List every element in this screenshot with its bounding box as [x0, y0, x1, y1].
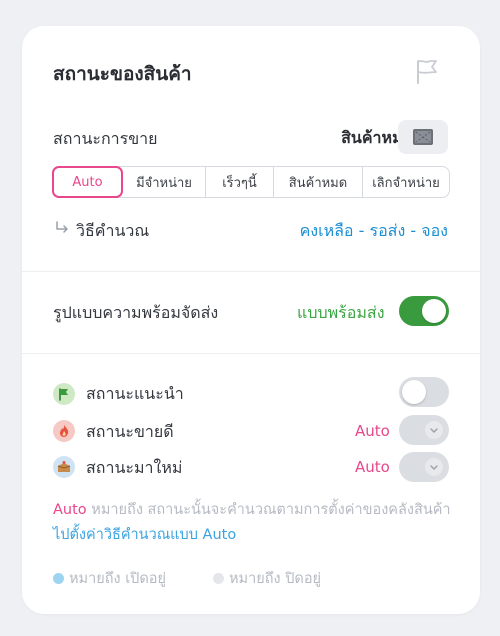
chevron-down-icon — [425, 458, 443, 476]
card-title: สถานะของสินค้า — [53, 63, 192, 85]
status-bestseller-label: สถานะขายดี — [86, 422, 174, 441]
segment-out-of-stock[interactable]: สินค้าหมด — [274, 167, 363, 197]
divider — [22, 353, 480, 354]
chevron-down-icon — [425, 421, 443, 439]
legend-off: หมายถึง ปิดอยู่ — [213, 567, 321, 590]
divider — [22, 271, 480, 272]
segment-auto[interactable]: Auto — [52, 166, 123, 198]
status-recommend-label: สถานะแนะนำ — [86, 384, 184, 403]
product-status-card: สถานะของสินค้า สถานะการขาย สินค้าหมด Aut… — [22, 26, 480, 614]
segment-available[interactable]: มีจำหน่าย — [123, 167, 206, 197]
ready-to-ship-toggle[interactable] — [399, 296, 449, 326]
legend-off-dot — [213, 573, 224, 584]
calc-method-label: วิธีคำนวณ — [76, 221, 150, 240]
status-new-dropdown[interactable] — [399, 452, 449, 482]
status-new-label: สถานะมาใหม่ — [86, 458, 183, 477]
legend-off-text: หมายถึง ปิดอยู่ — [229, 571, 322, 587]
fire-icon — [53, 420, 75, 442]
note-auto-keyword: Auto — [53, 502, 87, 518]
new-box-icon — [53, 456, 75, 478]
legend-on: หมายถึง เปิดอยู่ — [53, 567, 166, 590]
note-text: หมายถึง สถานะนั้นจะคำนวณตามการตั้งค่าของ… — [86, 502, 451, 518]
flag-icon[interactable] — [412, 56, 442, 86]
sale-status-segmented-control: Auto มีจำหน่าย เร็วๆนี้ สินค้าหมด เลิกจำ… — [52, 166, 450, 198]
segment-coming-soon[interactable]: เร็วๆนี้ — [206, 167, 274, 197]
auto-explanation-note: Auto หมายถึง สถานะนั้นจะคำนวณตามการตั้งค… — [53, 498, 453, 548]
sale-status-label: สถานะการขาย — [53, 129, 158, 148]
return-arrow-icon — [56, 221, 68, 233]
segment-discontinued[interactable]: เลิกจำหน่าย — [363, 167, 449, 197]
status-recommend-toggle[interactable] — [399, 377, 449, 407]
ready-to-ship-value: แบบพร้อมส่ง — [297, 303, 385, 322]
out-of-stock-box-button[interactable] — [398, 120, 448, 154]
legend-on-text: หมายถึง เปิดอยู่ — [69, 571, 167, 587]
box-icon — [413, 129, 433, 145]
status-bestseller-value: Auto — [355, 422, 390, 440]
ready-to-ship-label: รูปแบบความพร้อมจัดส่ง — [53, 303, 219, 322]
calc-method-link[interactable]: คงเหลือ - รอส่ง - จอง — [300, 219, 448, 244]
set-auto-method-link[interactable]: ไปตั้งค่าวิธีคำนวณแบบ Auto — [53, 527, 236, 543]
status-bestseller-dropdown[interactable] — [399, 415, 449, 445]
legend-on-dot — [53, 573, 64, 584]
recommend-flag-icon — [53, 383, 75, 405]
status-new-value: Auto — [355, 458, 390, 476]
